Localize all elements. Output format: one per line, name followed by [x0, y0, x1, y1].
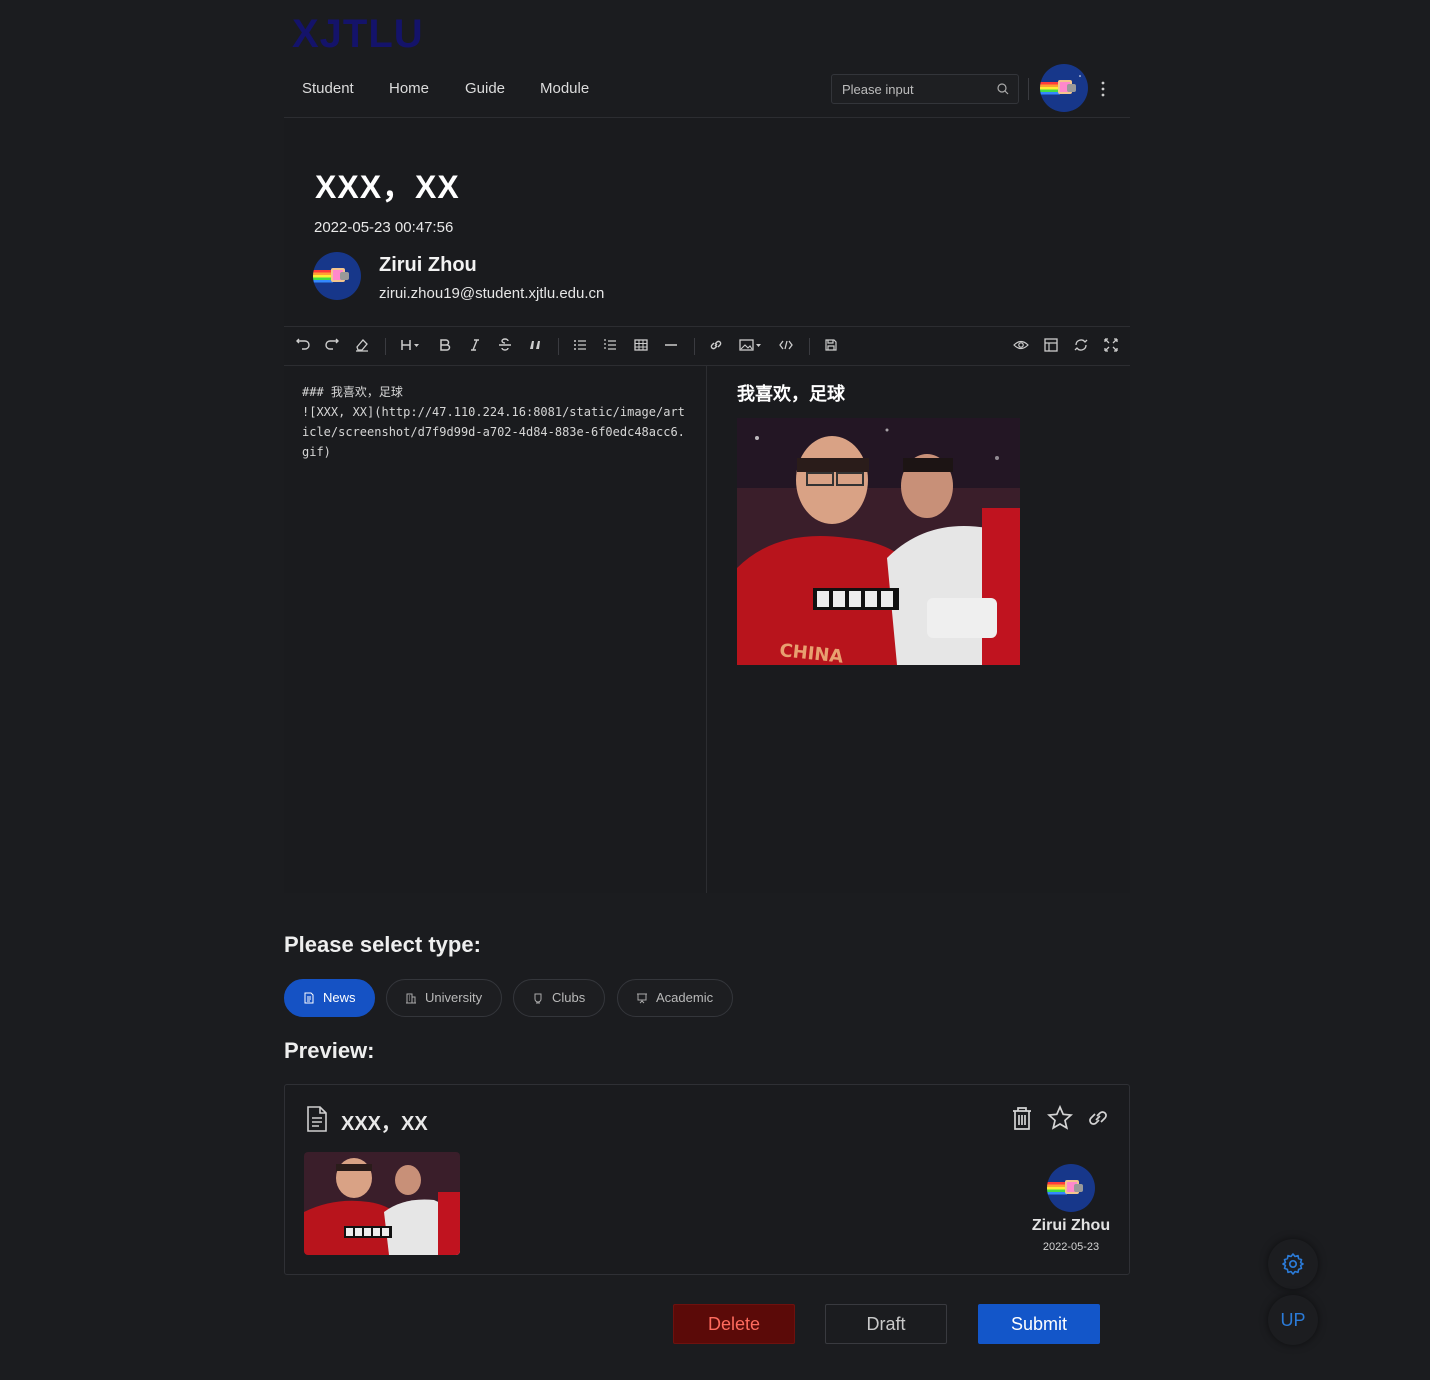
article-date: 2022-05-23 00:47:56 [314, 219, 454, 236]
unordered-list-icon[interactable] [571, 337, 589, 355]
italic-icon[interactable] [466, 337, 484, 355]
card-date: 2022-05-23 [1042, 1241, 1100, 1253]
sync-scroll-icon[interactable] [1072, 337, 1090, 355]
redo-icon[interactable] [323, 337, 341, 355]
document-icon [307, 1106, 327, 1132]
card-author-avatar [1047, 1164, 1095, 1212]
search-box [831, 74, 1019, 104]
top-nav: Student Home Guide Module [284, 62, 1130, 118]
card-author-name: Zirui Zhou [1031, 1217, 1111, 1234]
quote-icon[interactable] [526, 337, 544, 355]
toolbar-divider [809, 338, 810, 355]
article-panel: XXX，XX 2022-05-23 00:47:56 Zirui Zhou zi… [284, 118, 1130, 893]
delete-button[interactable]: Delete [673, 1304, 795, 1344]
preview-heading: 我喜欢，足球 [737, 384, 845, 404]
horizontal-rule-icon[interactable] [662, 337, 680, 355]
toolbar-divider [385, 338, 386, 355]
code-icon[interactable] [777, 337, 795, 355]
draft-button[interactable]: Draft [825, 1304, 947, 1344]
markdown-preview: 我喜欢，足球 CHINA [708, 366, 1130, 893]
type-tag-clubs[interactable]: Clubs [513, 979, 605, 1017]
star-icon[interactable] [1047, 1105, 1073, 1131]
document-icon [304, 992, 314, 1004]
undo-icon[interactable] [294, 337, 312, 355]
type-tag-label: Clubs [552, 990, 586, 1005]
type-tag-university[interactable]: University [386, 979, 502, 1017]
nav-divider [1028, 78, 1029, 100]
type-section-heading: Please select type: [284, 932, 481, 957]
type-tag-news[interactable]: News [284, 979, 375, 1017]
presentation-icon [637, 993, 647, 1004]
gif-thumbnail-image [304, 1152, 460, 1255]
submit-button[interactable]: Submit [978, 1304, 1100, 1344]
markdown-editor[interactable]: ### 我喜欢，足球 ![XXX, XX](http://47.110.224.… [284, 366, 707, 893]
author-name: Zirui Zhou [379, 254, 477, 276]
user-avatar[interactable] [1040, 64, 1088, 112]
search-input[interactable] [832, 75, 992, 103]
toolbar-divider [558, 338, 559, 355]
preview-section-heading: Preview: [284, 1038, 375, 1063]
nyan-cat-avatar-icon [313, 268, 349, 283]
type-tag-academic[interactable]: Academic [617, 979, 733, 1017]
more-vertical-icon[interactable] [1099, 80, 1107, 98]
nav-item-student[interactable]: Student [302, 80, 354, 97]
link-icon[interactable] [1085, 1105, 1111, 1131]
toolbar-divider [694, 338, 695, 355]
building-icon [406, 993, 416, 1004]
preview-gif-image: CHINA [737, 418, 1020, 665]
site-logo[interactable]: XJTLU [292, 12, 424, 57]
image-icon[interactable] [738, 337, 764, 355]
nyan-cat-avatar-icon [1047, 1180, 1083, 1195]
gear-icon [1282, 1253, 1304, 1275]
preview-icon[interactable] [1012, 337, 1030, 355]
nav-item-module[interactable]: Module [540, 80, 589, 97]
link-icon[interactable] [707, 337, 725, 355]
strikethrough-icon[interactable] [496, 337, 514, 355]
author-avatar [313, 252, 361, 300]
ordered-list-icon[interactable] [601, 337, 619, 355]
nyan-cat-avatar-icon [1040, 75, 1081, 95]
delete-icon[interactable] [1009, 1105, 1035, 1131]
card-thumbnail[interactable] [304, 1152, 460, 1255]
type-tag-label: Academic [656, 990, 714, 1005]
fullscreen-icon[interactable] [1102, 337, 1120, 355]
nav-item-guide[interactable]: Guide [465, 80, 505, 97]
save-icon[interactable] [822, 337, 840, 355]
card-title[interactable]: XXX，XX [341, 1107, 428, 1136]
cup-icon [534, 993, 542, 1004]
search-icon[interactable] [997, 83, 1009, 95]
settings-float-button[interactable] [1268, 1239, 1318, 1289]
type-tag-label: University [425, 990, 483, 1005]
type-tag-label: News [323, 990, 356, 1005]
markdown-source[interactable]: ### 我喜欢，足球 ![XXX, XX](http://47.110.224.… [302, 382, 692, 462]
eraser-icon[interactable] [353, 337, 371, 355]
editor-toolbar [284, 326, 1130, 366]
preview-card[interactable]: XXX，XX Zirui Zhou 2022-05-23 [284, 1084, 1130, 1275]
heading-icon[interactable] [399, 337, 423, 355]
table-icon[interactable] [632, 337, 650, 355]
gif-scene-image: CHINA [737, 418, 1020, 665]
bold-icon[interactable] [436, 337, 454, 355]
html-preview-icon[interactable] [1042, 337, 1060, 355]
scroll-up-button[interactable]: UP [1268, 1295, 1318, 1345]
nav-item-home[interactable]: Home [389, 80, 429, 97]
author-email: zirui.zhou19@student.xjtlu.edu.cn [379, 285, 605, 302]
article-title: XXX，XX [315, 169, 460, 205]
